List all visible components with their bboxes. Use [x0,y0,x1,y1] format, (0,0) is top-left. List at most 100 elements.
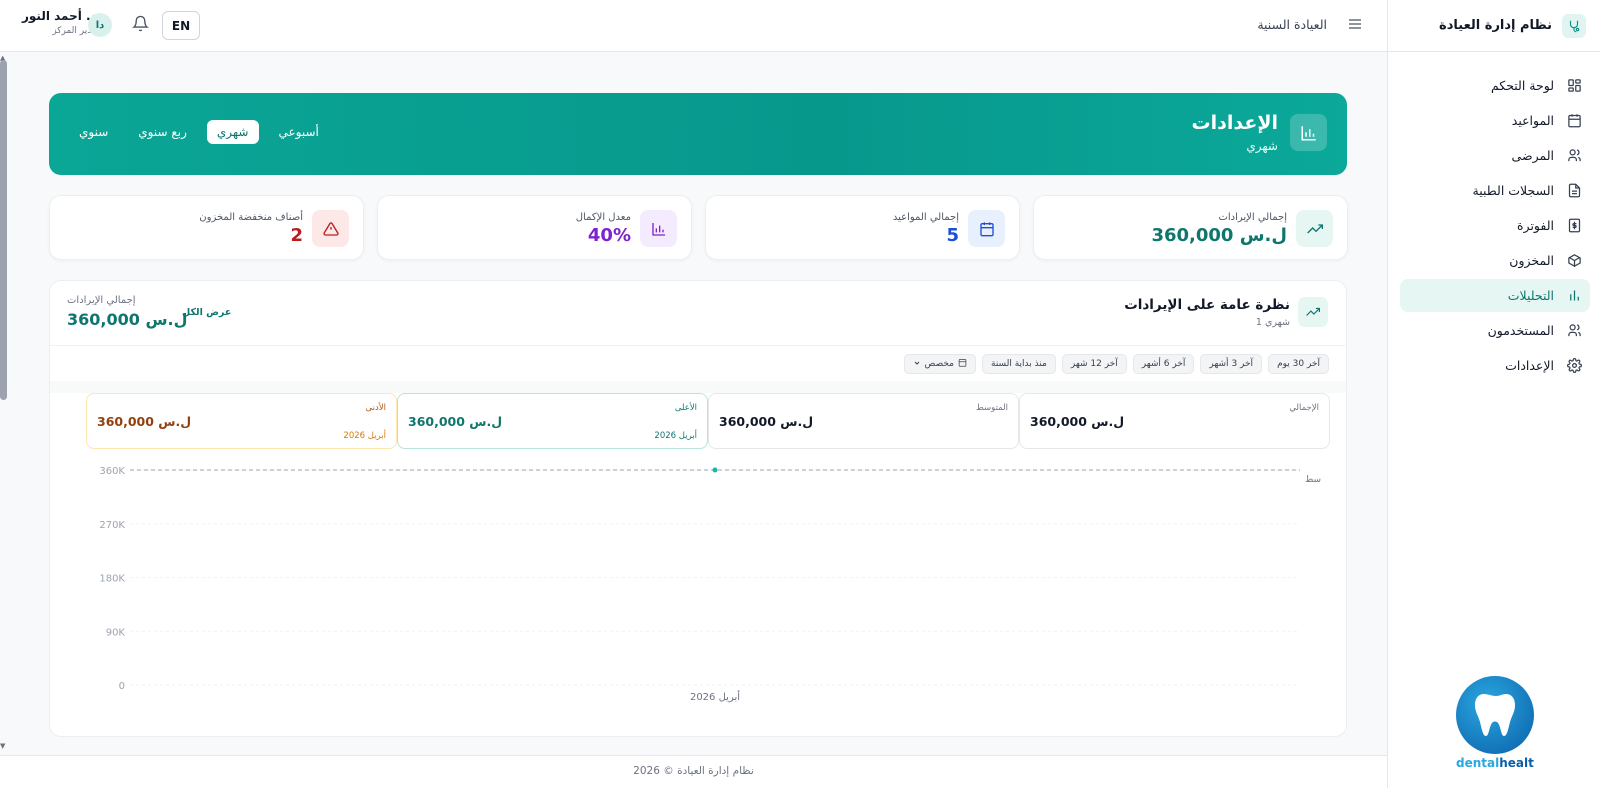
y-tick-label: 0 [119,681,125,692]
calendar-icon [1566,113,1582,129]
brand-title: نظام إدارة العيادة [1439,18,1552,33]
summary-label: المتوسط [975,403,1008,413]
sidebar-item-dashboard[interactable]: لوحة التحكم [1400,69,1590,102]
divider [50,345,1346,346]
logo-text: dentalhealt [1456,756,1534,770]
sidebar-item-records[interactable]: السجلات الطبية [1400,174,1590,207]
sidebar-item-patients[interactable]: المرضى [1400,139,1590,172]
sidebar-item-users[interactable]: المستخدمون [1400,314,1590,347]
summary-background [50,381,1346,393]
sidebar-item-label: المرضى [1511,148,1554,163]
sidebar-item-billing[interactable]: الفوترة [1400,209,1590,242]
sidebar-nav: لوحة التحكم المواعيد المرضى السجلات الطب… [1388,52,1600,382]
sidebar-item-label: الفوترة [1517,218,1554,233]
stat-label: إجمالي الإيرادات [1218,212,1287,223]
bell-icon[interactable] [131,15,150,36]
dollar-icon [1566,218,1582,234]
dashboard-icon [1566,78,1582,94]
stat-card-low-stock: أصناف منخفضة المخزون 2 [49,195,364,260]
sidebar-item-label: المستخدمون [1487,323,1554,338]
summary-value: ل.س 360,000 [97,414,192,429]
topbar: العيادة السنية د. أحمد النور مدير المركز… [0,0,1387,52]
stat-value: ل.س 360,000 [1151,225,1287,246]
box-icon [1566,253,1582,269]
summary-average: المتوسط ل.س 360,000 [708,393,1019,449]
sidebar-item-inventory[interactable]: المخزون [1400,244,1590,277]
language-toggle-button[interactable]: EN [162,11,200,40]
revenue-overview-card: نظرة عامة على الإيرادات 1 شهري إجمالي ال… [49,280,1347,737]
footer: نظام إدارة العيادة © 2026 [0,755,1387,788]
stat-value: 5 [946,225,959,246]
y-tick-label: 180K [99,574,125,585]
filter-custom-label: مخصص [924,359,955,369]
stat-label: معدل الإكمال [575,212,631,223]
stat-value: 40% [587,225,631,246]
summary-label: الأدنى [365,403,386,413]
summary-total: الإجمالي ل.س 360,000 [1019,393,1330,449]
y-tick-label: 270K [99,520,125,531]
sidebar: نظام إدارة العيادة لوحة التحكم المواعيد … [1387,0,1600,788]
menu-icon[interactable] [1347,16,1363,36]
period-tabs: سنوي ربع سنوي شهري أسبوعي [69,120,329,144]
filter-3-months[interactable]: آخر 3 أشهر [1200,354,1263,374]
sidebar-item-analytics[interactable]: التحليلات [1400,279,1590,312]
revenue-line-chart: 0 90K 180K 270K 360K أبريل 2026 سط [99,466,1321,703]
tab-yearly[interactable]: سنوي [69,120,118,144]
sidebar-item-label: المواعيد [1511,113,1554,128]
sidebar-item-label: التحليلات [1507,288,1554,303]
filter-12-months[interactable]: آخر 12 شهر [1061,354,1127,374]
stat-card-appointments: إجمالي المواعيد 5 [705,195,1020,260]
filter-6-months[interactable]: آخر 6 أشهر [1132,354,1195,374]
summary-highest: الأعلى ل.س 360,000 أبريل 2026 [397,393,708,449]
stethoscope-icon [1562,13,1586,38]
sidebar-item-appointments[interactable]: المواعيد [1400,104,1590,137]
logo-text-part-1: dental [1456,756,1500,770]
filter-custom[interactable]: مخصص [903,354,977,374]
bar-chart-icon [640,210,677,247]
stat-card-revenue: إجمالي الإيرادات ل.س 360,000 [1033,195,1348,260]
sidebar-item-settings[interactable]: الإعدادات [1400,349,1590,382]
sidebar-item-label: السجلات الطبية [1472,183,1554,198]
tab-monthly[interactable]: شهري [206,120,259,144]
calendar-icon [958,358,967,370]
stat-value: 2 [290,225,303,246]
average-label: سط [1305,475,1321,485]
sidebar-item-label: لوحة التحكم [1490,78,1554,93]
user-role: مدير المركز [52,26,97,36]
y-tick-label: 90K [106,627,126,638]
summary-value: ل.س 360,000 [408,414,503,429]
summary-value: ل.س 360,000 [719,414,814,429]
view-all-link[interactable]: عرض الكل [182,307,231,318]
card-subtitle: 1 شهري [1255,317,1290,328]
footer-text: نظام إدارة العيادة © 2026 [633,765,754,777]
date-range-filters: آخر 30 يوم آخر 3 أشهر آخر 6 أشهر آخر 12 … [903,354,1329,374]
clinic-title: العيادة السنية [1257,17,1327,32]
users-icon [1566,323,1582,339]
filter-30-days[interactable]: آخر 30 يوم [1268,354,1329,374]
trending-up-icon [1298,297,1328,327]
sidebar-item-label: المخزون [1509,253,1554,268]
avatar[interactable]: دا [88,13,112,37]
tab-quarterly[interactable]: ربع سنوي [128,120,197,144]
filter-ytd[interactable]: منذ بداية السنة [982,354,1056,374]
scroll-down-icon[interactable]: ▼ [0,742,5,750]
chevron-down-icon [913,359,921,370]
tab-weekly[interactable]: أسبوعي [269,120,329,144]
summary-lowest: الأدنى ل.س 360,000 أبريل 2026 [86,393,397,449]
analytics-hero: الإعدادات شهري سنوي ربع سنوي شهري أسبوعي [49,93,1347,175]
brand[interactable]: نظام إدارة العيادة [1388,0,1600,52]
users-icon [1566,148,1582,164]
y-tick-label: 360K [99,466,125,477]
warning-icon [312,210,349,247]
x-tick-label: أبريل 2026 [690,690,740,703]
stat-card-completion: معدل الإكمال 40% [377,195,692,260]
user-info[interactable]: د. أحمد النور مدير المركز [22,9,97,36]
summary-value: ل.س 360,000 [1030,414,1125,429]
logo-text-part-2: healt [1499,756,1534,770]
bar-chart-icon [1566,288,1582,304]
scrollbar-thumb[interactable] [0,60,7,400]
summary-label: الإجمالي [1289,403,1319,413]
summary-date: أبريل 2026 [654,431,697,441]
data-point[interactable] [712,467,718,473]
card-title: نظرة عامة على الإيرادات [1124,297,1290,313]
